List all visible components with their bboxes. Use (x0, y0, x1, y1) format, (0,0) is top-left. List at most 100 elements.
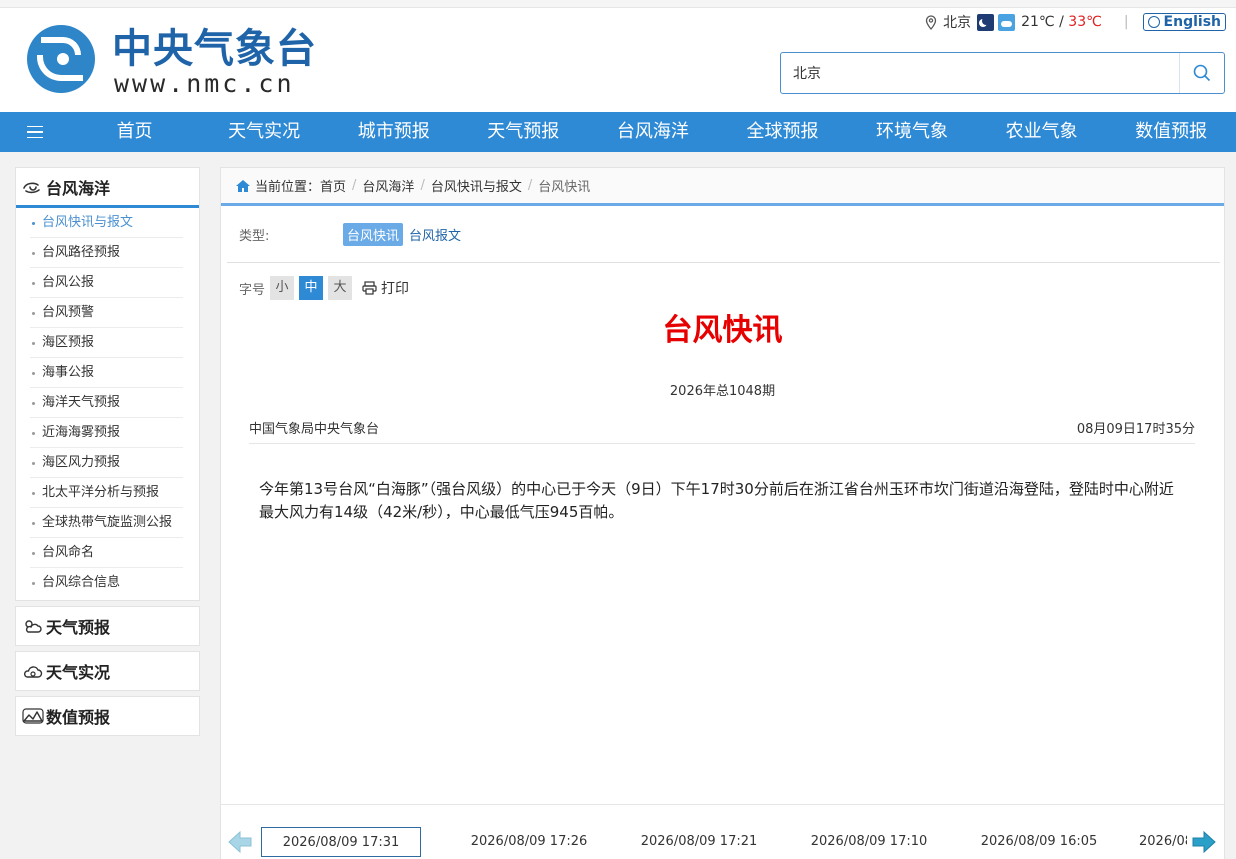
logo-title[interactable]: 中央气象台 (112, 26, 317, 72)
divider (227, 262, 1220, 263)
timeline-item[interactable]: 2026/08 (1139, 827, 1187, 857)
sidebar-item-typhoon-track[interactable]: 台风路径预报 (30, 238, 183, 268)
breadcrumb-separator: / (352, 178, 357, 193)
sidebar-item-ocean-weather[interactable]: 海洋天气预报 (30, 388, 183, 418)
english-label: English (1163, 14, 1221, 30)
breadcrumb-bulletin[interactable]: 台风快讯与报文 (431, 176, 522, 195)
timeline-next-arrow-icon[interactable] (1191, 829, 1217, 855)
cloud-refresh-icon (22, 662, 44, 680)
type-filter: 类型: 台风快讯 台风报文 (239, 223, 461, 246)
sidebar-item-sea-fog[interactable]: 近海海雾预报 (30, 418, 183, 448)
breadcrumb-home[interactable]: 首页 (320, 176, 346, 195)
sidebar-section-title: 台风海洋 (46, 178, 111, 198)
site-header: 中央气象台 www.nmc.cn 北京 21℃ / 33℃ | English (0, 0, 1236, 112)
logo-url[interactable]: www.nmc.cn (114, 70, 295, 98)
night-moon-icon (977, 13, 995, 31)
sidebar-item-typhoon-naming[interactable]: 台风命名 (30, 538, 183, 568)
main-content: 当前位置： 首页 / 台风海洋 / 台风快讯与报文 / 台风快讯 类型: 台风快… (220, 167, 1225, 859)
article-time: 08月09日17时35分 (1076, 422, 1195, 437)
english-button[interactable]: English (1142, 13, 1226, 31)
sidebar-section-header[interactable]: 台风海洋 (16, 168, 199, 208)
hamburger-menu-icon[interactable] (0, 112, 70, 152)
sidebar-item-sea-wind[interactable]: 海区风力预报 (30, 448, 183, 478)
nav-item-home[interactable]: 首页 (70, 112, 200, 152)
temp-low: 21℃ (1021, 14, 1055, 30)
breadcrumb-separator: / (420, 178, 425, 193)
current-city[interactable]: 北京 (943, 12, 971, 32)
breadcrumb: 当前位置： 首页 / 台风海洋 / 台风快讯与报文 / 台风快讯 (221, 168, 1224, 206)
sidebar-item-north-pacific[interactable]: 北太平洋分析与预报 (30, 478, 183, 508)
cloudy-icon (998, 13, 1016, 31)
font-size-small-button[interactable]: 小 (270, 276, 295, 300)
search-button[interactable] (1179, 53, 1224, 93)
nav-item-weather-forecast[interactable]: 天气预报 (459, 112, 589, 152)
sidebar-section-header: 天气实况 (16, 652, 199, 690)
nav-item-environment[interactable]: 环境气象 (847, 112, 977, 152)
sidebar-item-maritime[interactable]: 海事公报 (30, 358, 183, 388)
sidebar-section-numerical[interactable]: 数值预报 (15, 696, 200, 736)
location-pin-icon (925, 15, 937, 30)
breadcrumb-current: 台风快讯 (538, 180, 591, 195)
sidebar-section-typhoon: 台风海洋 台风快讯与报文 台风路径预报 台风公报 台风预警 海区预报 海事公报 … (15, 167, 200, 601)
nav-item-numerical[interactable]: 数值预报 (1106, 112, 1236, 152)
temp-high: 33℃ (1068, 14, 1102, 30)
breadcrumb-separator: / (527, 178, 533, 193)
type-tag-report[interactable]: 台风报文 (409, 225, 461, 244)
timeline-nav: 2026/08/09 17:31 2026/08/09 17:26 2026/0… (221, 804, 1224, 859)
sidebar-item-typhoon-bulletin[interactable]: 台风快讯与报文 (30, 208, 183, 238)
type-label: 类型: (239, 229, 270, 244)
nav-item-global-forecast[interactable]: 全球预报 (718, 112, 848, 152)
timeline-item[interactable]: 2026/08/09 16:05 (969, 827, 1109, 857)
font-size-medium-button[interactable]: 中 (299, 276, 324, 300)
timeline-track: 2026/08/09 17:31 2026/08/09 17:26 2026/0… (259, 805, 1187, 859)
font-size-large-button[interactable]: 大 (328, 276, 353, 300)
font-size-label: 字号 (239, 282, 266, 298)
sidebar-item-typhoon-report[interactable]: 台风公报 (30, 268, 183, 298)
weather-topbar: 北京 21℃ / 33℃ | English (925, 12, 1226, 32)
sidebar-section-title: 天气预报 (46, 618, 111, 637)
sidebar-section-weather-forecast[interactable]: 天气预报 (15, 606, 200, 646)
article-title: 台风快讯 (662, 313, 783, 348)
timeline-item[interactable]: 2026/08/09 17:26 (459, 827, 599, 857)
globe-icon (1147, 16, 1160, 28)
typhoon-icon (22, 178, 44, 196)
type-tag-bulletin[interactable]: 台风快讯 (343, 223, 404, 246)
logo-icon[interactable] (27, 25, 95, 93)
article-body: 今年第13号台风“白海豚”（强台风级）的中心已于今天（9日）下午17时30分前后… (259, 480, 1174, 521)
temp-slash: / (1054, 14, 1069, 30)
timeline-item[interactable]: 2026/08/09 17:10 (799, 827, 939, 857)
search-icon (1193, 64, 1211, 82)
top-strip (0, 0, 1236, 8)
nav-item-typhoon-ocean[interactable]: 台风海洋 (588, 112, 718, 152)
home-icon (236, 179, 250, 192)
mountain-chart-icon (22, 707, 44, 725)
timeline-prev-arrow-icon[interactable] (227, 829, 253, 855)
sidebar-list: 台风快讯与报文 台风路径预报 台风公报 台风预警 海区预报 海事公报 海洋天气预… (16, 208, 199, 600)
print-label: 打印 (381, 281, 410, 297)
sidebar-item-typhoon-info[interactable]: 台风综合信息 (30, 568, 183, 598)
timeline-item[interactable]: 2026/08/09 17:21 (629, 827, 769, 857)
sidebar-section-observation[interactable]: 天气实况 (15, 651, 200, 691)
sidebar-item-typhoon-warning[interactable]: 台风预警 (30, 298, 183, 328)
timeline-item[interactable]: 2026/08/09 17:31 (261, 827, 421, 857)
search-box (780, 52, 1225, 94)
sidebar: 台风海洋 台风快讯与报文 台风路径预报 台风公报 台风预警 海区预报 海事公报 … (15, 167, 200, 741)
topbar-divider: | (1123, 14, 1129, 30)
nav-item-observation[interactable]: 天气实况 (199, 112, 329, 152)
nav-item-agriculture[interactable]: 农业气象 (977, 112, 1107, 152)
sidebar-item-sea-forecast[interactable]: 海区预报 (30, 328, 183, 358)
article-source: 中国气象局中央气象台 (249, 422, 380, 437)
sidebar-section-header: 数值预报 (16, 697, 199, 735)
sidebar-section-title: 数值预报 (46, 708, 111, 727)
search-input[interactable] (781, 53, 1179, 93)
cloud-sun-icon (22, 617, 44, 635)
main-nav: 首页 天气实况 城市预报 天气预报 台风海洋 全球预报 环境气象 农业气象 数值… (0, 112, 1236, 152)
print-button[interactable]: 打印 (362, 278, 409, 298)
sidebar-section-header: 天气预报 (16, 607, 199, 645)
nav-item-city-forecast[interactable]: 城市预报 (329, 112, 459, 152)
sidebar-item-tropical-cyclone[interactable]: 全球热带气旋监测公报 (30, 508, 183, 538)
sidebar-section-title: 天气实况 (46, 663, 111, 682)
article-issue: 2026年总1048期 (669, 384, 776, 399)
breadcrumb-typhoon-ocean[interactable]: 台风海洋 (362, 176, 414, 195)
breadcrumb-prefix: 当前位置： (255, 180, 321, 195)
